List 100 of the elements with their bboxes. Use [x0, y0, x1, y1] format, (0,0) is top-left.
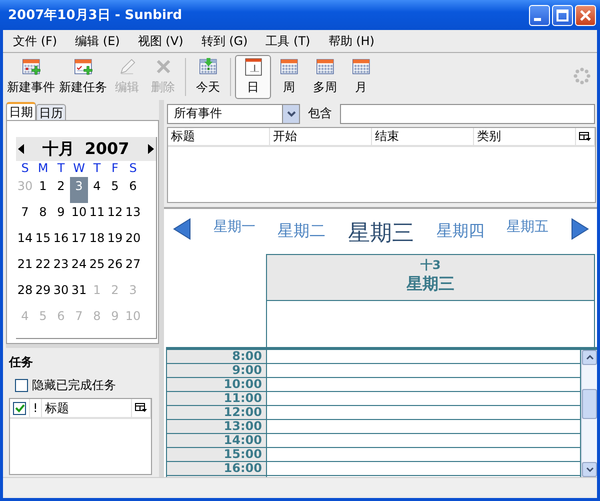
maximize-button[interactable] — [552, 4, 573, 26]
calendar-day[interactable]: 3 — [70, 177, 88, 203]
checkbox-label: 隐藏已完成任务 — [32, 377, 116, 394]
sidebar-tab[interactable]: 日历 — [36, 104, 66, 120]
calendar-day[interactable]: 21 — [16, 255, 34, 281]
next-month-icon[interactable] — [148, 144, 154, 154]
calendar-day[interactable]: 7 — [16, 203, 34, 229]
month-label: 十月 — [42, 138, 75, 160]
day-label[interactable]: 星期一 — [213, 218, 256, 236]
day-label[interactable]: 星期二 — [278, 220, 326, 242]
column-header[interactable]: 标题 — [42, 399, 132, 417]
time-label: 9:00 — [167, 364, 266, 378]
section-title: 任务 — [9, 354, 33, 371]
calendar-day[interactable]: 25 — [88, 255, 106, 281]
minimize-icon — [534, 18, 541, 20]
weekday-label: T — [92, 161, 102, 177]
calendar-day[interactable]: 24 — [70, 255, 88, 281]
time-label: 15:00 — [167, 448, 266, 462]
calendar-day[interactable]: 27 — [124, 255, 142, 281]
scroll-down-icon[interactable] — [586, 467, 594, 472]
calendar-day[interactable]: 1 — [34, 177, 52, 203]
dropdown-value: 所有事件 — [174, 105, 222, 122]
column-header[interactable]: 开始 — [270, 128, 372, 146]
time-label: 16:00 — [167, 462, 266, 476]
calendar-day[interactable]: 20 — [124, 229, 142, 255]
column-picker-icon[interactable] — [135, 403, 147, 413]
close-button[interactable] — [575, 4, 596, 26]
column-header[interactable]: ! — [30, 399, 42, 417]
time-label: 8:00 — [167, 350, 266, 364]
calendar-day[interactable]: 12 — [106, 203, 124, 229]
search-field[interactable] — [340, 104, 595, 124]
calendar-day[interactable]: 26 — [106, 255, 124, 281]
checkbox[interactable] — [15, 379, 28, 392]
time-label: 10:00 — [167, 378, 266, 392]
time-label: 12:00 — [167, 406, 266, 420]
calendar-day[interactable]: 13 — [124, 203, 142, 229]
calendar-day[interactable]: 31 — [70, 281, 88, 307]
weekday-label: S — [20, 161, 30, 177]
menu-item[interactable]: 编辑 (E) — [69, 32, 126, 50]
calendar-day[interactable]: 14 — [16, 229, 34, 255]
weekday-label: F — [110, 161, 120, 177]
column-header[interactable]: 类别 — [474, 128, 576, 146]
calendar-day[interactable]: 16 — [52, 229, 70, 255]
week-button[interactable]: 周 — [271, 54, 307, 98]
calendar-day[interactable]: 22 — [34, 255, 52, 281]
scrollbar[interactable] — [581, 350, 597, 477]
scroll-up-icon[interactable] — [586, 355, 594, 360]
calendar-day[interactable]: 4 — [88, 177, 106, 203]
next-day-icon[interactable] — [570, 218, 589, 240]
calendar-day[interactable]: 23 — [52, 255, 70, 281]
multiweek-button[interactable]: 多周 — [307, 54, 343, 98]
weekday-label: W — [72, 161, 86, 177]
scroll-thumb[interactable] — [582, 388, 597, 418]
column-picker-icon[interactable] — [579, 132, 591, 142]
calendar-day[interactable]: 11 — [88, 203, 106, 229]
throbber-icon — [573, 67, 591, 85]
weekday-label: M — [36, 161, 50, 177]
calendar-day[interactable]: 8 — [34, 203, 52, 229]
calendar-day[interactable]: 18 — [88, 229, 106, 255]
weekday-label: S — [128, 161, 138, 177]
column-header[interactable]: 标题 — [168, 128, 270, 146]
calendar-day[interactable]: 5 — [106, 177, 124, 203]
menu-item[interactable]: 工具 (T) — [260, 32, 316, 50]
day-label[interactable]: 星期四 — [436, 220, 484, 242]
day-label[interactable]: 星期三 — [348, 218, 414, 248]
sidebar-tab[interactable]: 日期 — [6, 102, 36, 120]
previous-day-icon[interactable] — [173, 218, 191, 240]
today-button[interactable]: 今天 — [190, 54, 226, 98]
newtask-button[interactable]: 新建任务 — [57, 54, 109, 98]
menu-item[interactable]: 转到 (G) — [195, 32, 254, 50]
calendar-day[interactable]: 17 — [70, 229, 88, 255]
calendar-day[interactable]: 6 — [124, 177, 142, 203]
day-button[interactable]: 日 — [235, 54, 271, 98]
checkbox-icon — [13, 402, 26, 414]
weekday-label: T — [56, 161, 66, 177]
column-header[interactable]: 结束 — [372, 128, 474, 146]
day-label[interactable]: 星期五 — [506, 218, 549, 236]
time-label: 13:00 — [167, 420, 266, 434]
calendar-day[interactable]: 15 — [34, 229, 52, 255]
chevron-down-icon — [286, 110, 296, 117]
menu-item[interactable]: 文件 (F) — [7, 32, 64, 50]
newevent-button[interactable]: 新建事件 — [5, 54, 57, 98]
maximize-icon — [556, 8, 569, 22]
calendar-day[interactable]: 9 — [52, 203, 70, 229]
menu-item[interactable]: 帮助 (H) — [322, 32, 380, 50]
date-label: 十3 — [420, 257, 441, 274]
window-title: 2007年10月3日 - Sunbird — [8, 7, 184, 24]
close-icon — [579, 8, 592, 22]
year-label: 2007 — [84, 138, 130, 160]
filter-dropdown[interactable]: 所有事件 — [167, 104, 300, 124]
minimize-button[interactable] — [529, 4, 550, 26]
calendar-day[interactable]: 28 — [16, 281, 34, 307]
menu-item[interactable]: 视图 (V) — [132, 32, 190, 50]
calendar-day[interactable]: 19 — [106, 229, 124, 255]
previous-month-icon[interactable] — [18, 144, 24, 154]
calendar-day[interactable]: 30 — [52, 281, 70, 307]
calendar-day[interactable]: 2 — [52, 177, 70, 203]
month-button[interactable]: 月 — [343, 54, 379, 98]
calendar-day[interactable]: 29 — [34, 281, 52, 307]
calendar-day[interactable]: 10 — [70, 203, 88, 229]
